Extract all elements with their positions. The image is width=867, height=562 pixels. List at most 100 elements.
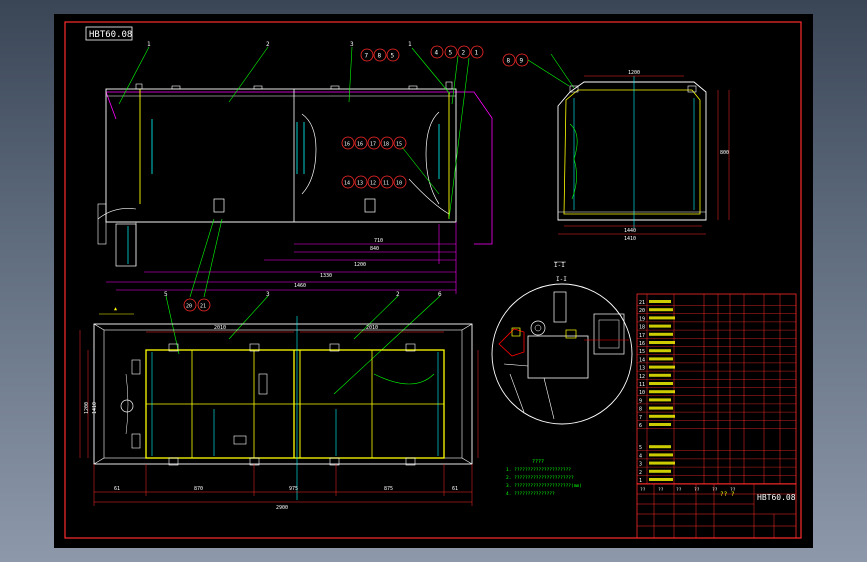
- dim-front-3: 1330: [320, 273, 332, 279]
- balloon-15: 15: [396, 142, 402, 148]
- dim-front-0: 710: [374, 238, 383, 244]
- balloon-5a: 5: [391, 53, 395, 60]
- part-row-name-glyphs: [649, 308, 673, 312]
- drawing-border: [64, 21, 802, 539]
- side-body-outline: [557, 81, 707, 221]
- balloon-5b: 5: [449, 50, 453, 57]
- dim-front-2: 1200: [354, 262, 366, 268]
- part-row-name-glyphs: [649, 316, 675, 320]
- title-tag: HBT60.08: [89, 30, 132, 40]
- leader-3: 3: [350, 41, 354, 48]
- balloon-18: 18: [383, 142, 389, 148]
- part-row-number: 12: [639, 374, 645, 380]
- balloon-2: 2: [462, 50, 466, 57]
- title-block: HBT60.08 ?? ? ????????????: [636, 483, 797, 539]
- dim-side-1: 1440: [624, 228, 636, 234]
- part-row-name-glyphs: [649, 414, 675, 418]
- technical-notes: ???? 1. ????????????????????? 2. ???????…: [506, 459, 582, 497]
- side-view: 8 9 1200 1440 1410 800 I-I: [502, 53, 730, 269]
- leader-p5: 5: [164, 291, 168, 298]
- leader-1: 1: [147, 41, 151, 48]
- drawing-sheet: HBT60.08 710 840 1200 1330 1460 1 2 3 1 …: [54, 14, 813, 548]
- part-row-name-glyphs: [649, 453, 673, 457]
- note-3: 3. ?????????????????????(mm): [506, 483, 582, 489]
- plan-arrow-label: ▲: [114, 306, 117, 312]
- dim-plan-bottom-1: 870: [194, 486, 203, 492]
- balloon-side-8: 8: [507, 58, 511, 65]
- front-view: 710 840 1200 1330 1460 1 2 3 1: [97, 41, 493, 294]
- front-body-outline: [105, 88, 457, 223]
- part-row-number: 5: [639, 445, 642, 451]
- dim-front-1: 840: [370, 246, 379, 252]
- part-row-number: 8: [639, 407, 642, 413]
- title-block-code: HBT60.08: [757, 493, 796, 502]
- balloon-17: 17: [370, 142, 376, 148]
- part-row-number: 17: [639, 333, 645, 339]
- dim-side-3: 1410: [624, 236, 636, 242]
- dim-plan-bottom-2: 975: [289, 486, 298, 492]
- dim-plan-bottom-3: 875: [384, 486, 393, 492]
- parts-list: 212019181716151413121110987654321: [636, 293, 797, 485]
- part-row-number: 3: [639, 462, 642, 468]
- dim-front-4: 1460: [294, 283, 306, 289]
- leader-p2: 2: [396, 291, 400, 298]
- plan-view: ▲ 5 3 2 6 2010 2010 61 870 975 875 61 29…: [79, 291, 479, 511]
- part-row-name-glyphs: [649, 445, 671, 449]
- part-row-name-glyphs: [649, 365, 675, 369]
- part-row-number: 4: [639, 453, 642, 459]
- part-row-number: 7: [639, 415, 642, 421]
- part-row-number: 9: [639, 398, 642, 404]
- title-block-header-cell: ??: [694, 487, 700, 493]
- part-row-name-glyphs: [649, 390, 675, 394]
- balloon-13: 13: [357, 181, 363, 187]
- balloon-4: 4: [435, 50, 439, 57]
- dim-plan-bottom-0: 61: [114, 486, 120, 492]
- part-row-name-glyphs: [649, 373, 671, 377]
- part-row-number: 6: [639, 423, 642, 429]
- balloon-20: 20: [186, 304, 192, 310]
- leader-p6: 6: [438, 291, 442, 298]
- part-row-number: 2: [639, 470, 642, 476]
- notes-title: ????: [532, 459, 544, 465]
- part-row-number: 19: [639, 316, 645, 322]
- dim-plan-left-0: 1410: [92, 402, 98, 414]
- dim-plan-bottom-5: 2900: [276, 505, 288, 511]
- title-block-header-cell: ??: [676, 487, 682, 493]
- balloon-12: 12: [370, 181, 376, 187]
- part-row-number: 1: [639, 478, 642, 484]
- title-block-header-cell: ??: [730, 487, 736, 493]
- part-row-number: 18: [639, 325, 645, 331]
- note-2: 2. ??????????????????????: [506, 475, 574, 481]
- section-label-top: I-I: [554, 262, 565, 269]
- dim-side-2: 800: [720, 150, 729, 156]
- balloon-1: 1: [475, 50, 479, 57]
- balloon-16a: 16: [344, 142, 350, 148]
- note-1: 1. ?????????????????????: [506, 467, 571, 473]
- cad-drawing: HBT60.08 710 840 1200 1330 1460 1 2 3 1 …: [64, 21, 802, 539]
- parts-rows: 212019181716151413121110987654321: [637, 300, 796, 484]
- part-row-name-glyphs: [649, 398, 671, 402]
- part-row-name-glyphs: [649, 300, 671, 303]
- balloon-7: 7: [365, 53, 369, 60]
- front-envelope-outline: [105, 91, 493, 245]
- dim-plan-bottom-4: 61: [452, 486, 458, 492]
- balloons-middle: 16 16 17 18 15 14 13 12 11 10: [341, 136, 407, 189]
- dim-plan-top-0: 2010: [214, 325, 226, 331]
- part-row-name-glyphs: [649, 461, 675, 465]
- part-row-number: 13: [639, 366, 645, 372]
- balloon-14: 14: [344, 181, 350, 187]
- part-row-number: 21: [639, 300, 645, 306]
- part-row-name-glyphs: [649, 341, 675, 344]
- dim-plan-top-1: 2010: [366, 325, 378, 331]
- balloons-bottom: 20 21: [183, 218, 223, 312]
- balloon-8: 8: [378, 53, 382, 60]
- part-row-name-glyphs: [649, 357, 673, 361]
- section-label-detail: I-I: [556, 276, 567, 283]
- dim-side-0: 1200: [628, 70, 640, 76]
- note-4: 4. ???????????????: [506, 491, 555, 497]
- part-row-number: 20: [639, 308, 645, 314]
- dim-plan-left-1: 1200: [84, 402, 90, 414]
- leader-p3: 3: [266, 291, 270, 298]
- balloon-16b: 16: [357, 142, 363, 148]
- part-row-number: 15: [639, 349, 645, 355]
